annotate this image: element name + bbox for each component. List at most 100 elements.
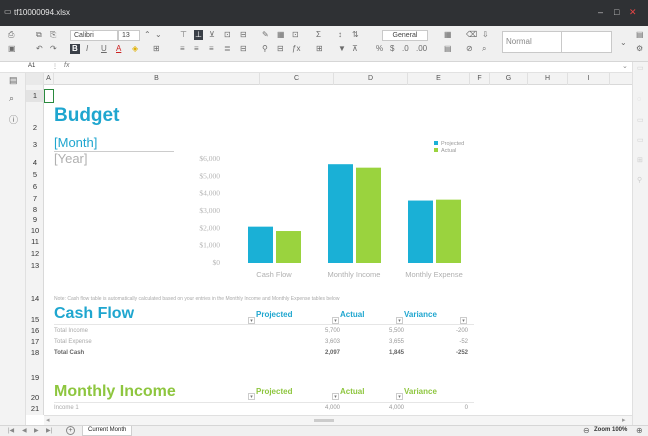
info-icon[interactable]: ⓘ	[9, 113, 18, 126]
maximize-button[interactable]: □	[614, 7, 619, 17]
cashflow-row-actual[interactable]: 1,845	[364, 350, 404, 356]
horizontal-scrollbar[interactable]: ◂ ▸	[44, 415, 632, 425]
row-header[interactable]: 4	[26, 158, 44, 167]
active-cell-cursor[interactable]	[44, 89, 54, 103]
number-format-select[interactable]: General	[382, 30, 428, 41]
font-name-select[interactable]: Calibri	[70, 30, 118, 41]
cashflow-row-actual[interactable]: 5,500	[364, 328, 404, 334]
undo-icon[interactable]: ↶	[36, 44, 43, 54]
filter-dropdown[interactable]: ▾	[248, 317, 255, 324]
cashflow-row-actual[interactable]: 3,655	[364, 339, 404, 345]
month-placeholder[interactable]: [Month]	[54, 135, 97, 150]
cashflow-row-projected[interactable]: 3,603	[300, 339, 340, 345]
select-all-corner[interactable]	[26, 73, 44, 85]
income-row-actual[interactable]: 4,000	[364, 405, 404, 411]
first-sheet-button[interactable]: |◀	[8, 427, 14, 434]
row-header[interactable]: 18	[26, 348, 44, 357]
function-icon[interactable]: ƒx	[292, 44, 300, 54]
close-button[interactable]: ✕	[629, 7, 637, 18]
find-icon[interactable]: ⌕	[482, 44, 486, 54]
column-header[interactable]: E	[408, 73, 470, 85]
column-header[interactable]: B	[54, 73, 260, 85]
cashflow-row-variance[interactable]: -200	[428, 328, 468, 334]
eraser-icon[interactable]: ⌫	[466, 30, 477, 40]
filter-button[interactable]: ▼	[338, 44, 346, 54]
row-header[interactable]: 1	[26, 90, 44, 102]
clear-filter-icon[interactable]: ⊼	[352, 44, 358, 54]
expand-formula-icon[interactable]: ⌄	[622, 62, 628, 70]
conditional-format-icon[interactable]: ▦	[277, 30, 285, 40]
autosum-button[interactable]: Σ	[316, 30, 321, 40]
settings-icon[interactable]: ⚙	[636, 44, 643, 54]
print-icon[interactable]: ⎙	[8, 30, 14, 40]
cell-format-icon[interactable]: ▤	[444, 44, 452, 54]
column-header[interactable]: D	[334, 73, 408, 85]
panel-icon-5[interactable]: ⊞	[637, 156, 643, 164]
panel-icon-1[interactable]: ▭	[637, 64, 644, 72]
scroll-thumb[interactable]	[314, 419, 334, 422]
row-header[interactable]: 10	[26, 226, 44, 235]
cell-style-gallery[interactable]: Normal	[502, 31, 562, 53]
font-color-button[interactable]: A	[116, 44, 121, 54]
fill-down-icon[interactable]: ⇩	[482, 30, 489, 40]
zoom-in-icon[interactable]: ⊕	[636, 426, 643, 436]
income-row-variance[interactable]: 0	[428, 405, 468, 411]
justify-icon[interactable]: ≣	[224, 44, 231, 54]
merge-cells-icon[interactable]: ⊟	[240, 30, 247, 40]
filter-dropdown[interactable]: ▾	[396, 317, 403, 324]
align-top-icon[interactable]: ⊤	[180, 30, 187, 40]
worksheet-grid[interactable]: Budget [Month] [Year] $6,000 $5,000 $4,000…	[44, 85, 632, 415]
column-header[interactable]: I	[568, 73, 610, 85]
last-sheet-button[interactable]: ▶|	[46, 427, 52, 434]
ribbon-extra-icon[interactable]: ▤	[636, 30, 644, 40]
next-sheet-button[interactable]: ▶	[34, 427, 39, 434]
wrap-text-icon[interactable]: ⊡	[224, 30, 231, 40]
format-painter-icon[interactable]: ✎	[262, 30, 269, 40]
row-header[interactable]: 7	[26, 194, 44, 203]
zoom-out-icon[interactable]: ⊖	[583, 426, 590, 436]
cashflow-row-label[interactable]: Total Cash	[54, 350, 84, 356]
row-header[interactable]: 6	[26, 182, 44, 191]
bold-button[interactable]: B	[70, 44, 80, 54]
formula-input[interactable]	[80, 63, 620, 72]
row-header[interactable]: 21	[26, 404, 44, 413]
cashflow-row-label[interactable]: Total Income	[54, 328, 88, 334]
grow-font-icon[interactable]: ⌃	[144, 30, 151, 40]
font-size-select[interactable]: 13	[118, 30, 140, 41]
row-header[interactable]: 15	[26, 315, 44, 324]
align-center-icon[interactable]: ≡	[194, 44, 199, 54]
income-row-projected[interactable]: 4,000	[300, 405, 340, 411]
cashflow-row-variance[interactable]: -52	[428, 339, 468, 345]
column-header[interactable]: H	[528, 73, 568, 85]
column-header[interactable]: F	[470, 73, 490, 85]
sort-desc-icon[interactable]: ⇅	[352, 30, 359, 40]
row-header[interactable]: 14	[26, 294, 44, 303]
panel-icon-2[interactable]: ◌	[637, 96, 641, 103]
align-middle-icon[interactable]: ⊥	[194, 30, 203, 40]
search-icon[interactable]: ⌕	[9, 93, 14, 104]
zoom-level[interactable]: Zoom 100%	[594, 427, 627, 433]
panel-icon-3[interactable]: ▭	[637, 116, 644, 124]
align-bottom-icon[interactable]: ⊻	[209, 30, 215, 40]
row-header[interactable]: 9	[26, 215, 44, 224]
currency-icon[interactable]: $	[390, 44, 394, 54]
comment-icon[interactable]: ⊟	[277, 44, 284, 54]
minimize-button[interactable]: –	[598, 7, 603, 17]
row-header[interactable]: 2	[26, 123, 44, 132]
cashflow-row-projected[interactable]: 5,700	[300, 328, 340, 334]
row-header[interactable]: 20	[26, 393, 44, 402]
clear-icon[interactable]: ⊘	[466, 44, 473, 54]
column-header[interactable]: G	[490, 73, 528, 85]
scroll-left-icon[interactable]: ◂	[46, 416, 50, 424]
italic-button[interactable]: I	[86, 44, 88, 54]
row-header[interactable]: 13	[26, 261, 44, 270]
align-left-icon[interactable]: ≡	[180, 44, 185, 54]
filter-dropdown[interactable]: ▾	[460, 317, 467, 324]
decimal-decrease-icon[interactable]: .00	[416, 44, 427, 54]
row-header[interactable]: 3	[26, 140, 44, 149]
row-header[interactable]: 11	[26, 237, 44, 246]
sheet-tab-current-month[interactable]: Current Month	[82, 426, 133, 436]
year-placeholder[interactable]: [Year]	[54, 151, 88, 166]
row-header[interactable]: 8	[26, 205, 44, 214]
row-header[interactable]: 16	[26, 326, 44, 335]
